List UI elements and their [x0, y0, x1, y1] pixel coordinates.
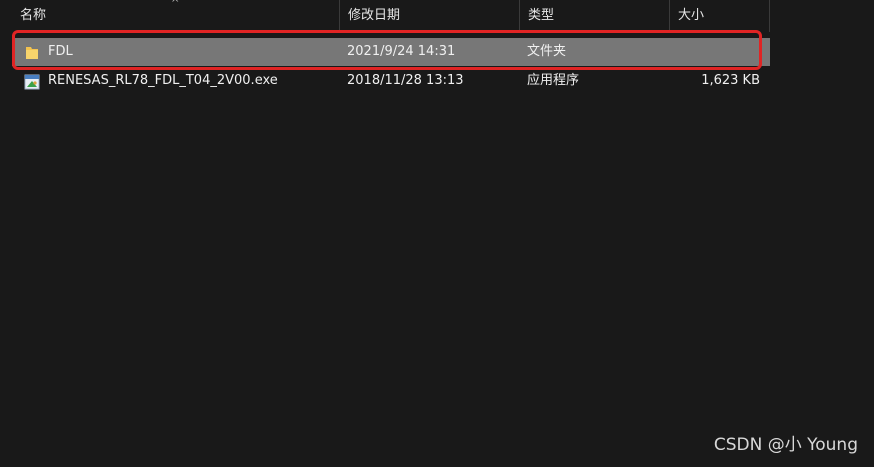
column-header-bar: 名称 ^ 修改日期 类型 大小 [0, 0, 874, 32]
file-date: 2021/9/24 14:31 [347, 44, 456, 59]
file-type: 应用程序 [527, 73, 580, 88]
file-name: RENESAS_RL78_FDL_T04_2V00.exe [48, 73, 278, 88]
file-explorer-window: 名称 ^ 修改日期 类型 大小 FDL 2021/9/24 14:31 文件夹 [0, 0, 874, 467]
column-header-date[interactable]: 修改日期 [340, 0, 520, 32]
column-header-size[interactable]: 大小 [670, 0, 770, 32]
file-name: FDL [48, 44, 73, 59]
folder-icon [24, 44, 40, 60]
watermark-text: CSDN @小 Young [713, 435, 858, 455]
column-header-type-label: 类型 [528, 8, 555, 23]
file-size: 1,623 KB [701, 73, 760, 88]
column-header-type[interactable]: 类型 [520, 0, 670, 32]
column-header-size-label: 大小 [678, 8, 705, 23]
file-type: 文件夹 [527, 44, 567, 59]
file-date: 2018/11/28 13:13 [347, 73, 464, 88]
column-header-name-label: 名称 [20, 8, 47, 23]
file-row-fdl[interactable]: FDL 2021/9/24 14:31 文件夹 [12, 38, 770, 66]
sort-ascending-icon: ^ [171, 0, 180, 9]
column-header-date-label: 修改日期 [348, 8, 401, 23]
file-row-renesas-exe[interactable]: RENESAS_RL78_FDL_T04_2V00.exe 2018/11/28… [12, 67, 770, 95]
exe-icon [24, 73, 40, 90]
